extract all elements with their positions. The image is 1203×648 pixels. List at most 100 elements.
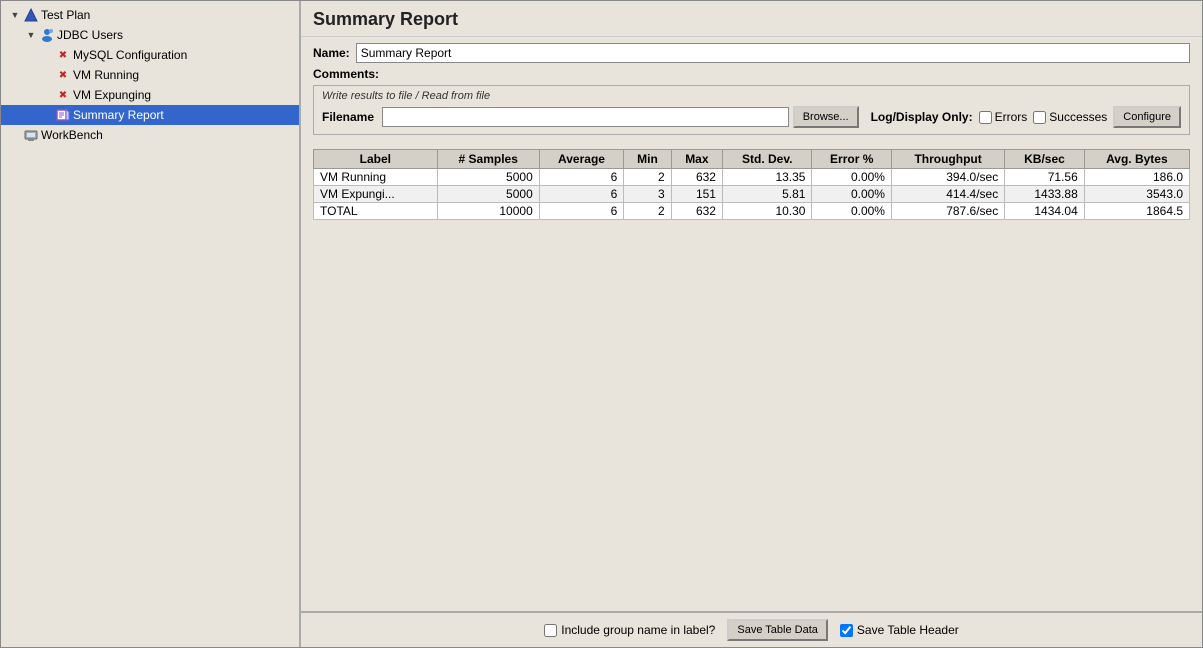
sidebar-item-label: WorkBench: [41, 128, 103, 142]
summary-table: Label # Samples Average Min Max Std. Dev…: [313, 149, 1190, 220]
log-display-row: Log/Display Only: Errors Successes Confi…: [871, 106, 1181, 128]
table-row: TOTAL100006263210.300.00%787.6/sec1434.0…: [314, 203, 1190, 220]
summary-report-icon: [55, 107, 71, 123]
table-area: Label # Samples Average Min Max Std. Dev…: [301, 145, 1202, 611]
sidebar-item-label: Test Plan: [41, 8, 90, 22]
table-cell: 394.0/sec: [891, 169, 1004, 186]
successes-checkbox[interactable]: [1033, 111, 1046, 124]
successes-label: Successes: [1049, 110, 1107, 124]
vm-expunging-icon: ✖: [55, 87, 71, 103]
footer-bar: Include group name in label? Save Table …: [301, 611, 1202, 647]
log-display-label: Log/Display Only:: [871, 110, 973, 124]
table-cell: 1864.5: [1084, 203, 1189, 220]
filename-label: Filename: [322, 110, 374, 124]
jdbc-users-icon: [39, 27, 55, 43]
table-cell: 6: [539, 169, 624, 186]
file-group-legend: Write results to file / Read from file: [322, 90, 1181, 102]
name-input[interactable]: [356, 43, 1190, 63]
table-cell: 6: [539, 203, 624, 220]
table-cell: TOTAL: [314, 203, 438, 220]
include-group-label: Include group name in label?: [561, 623, 715, 637]
name-label: Name:: [313, 46, 350, 60]
include-group-checkbox[interactable]: [544, 624, 557, 637]
spacer: [41, 49, 53, 61]
col-header-label: Label: [314, 150, 438, 169]
sidebar: ▼ Test Plan ▼ JDBC Users ✖: [1, 1, 301, 647]
col-header-throughput: Throughput: [891, 150, 1004, 169]
table-cell: 186.0: [1084, 169, 1189, 186]
main-content: Summary Report Name: Comments: Write res…: [301, 1, 1202, 647]
table-cell: 3543.0: [1084, 186, 1189, 203]
mysql-config-icon: ✖: [55, 47, 71, 63]
table-cell: 5000: [437, 169, 539, 186]
sidebar-item-test-plan[interactable]: ▼ Test Plan: [1, 5, 299, 25]
table-cell: 632: [671, 169, 722, 186]
table-cell: 787.6/sec: [891, 203, 1004, 220]
file-group: Write results to file / Read from file F…: [313, 85, 1190, 135]
sidebar-item-label: VM Running: [73, 68, 139, 82]
col-header-samples: # Samples: [437, 150, 539, 169]
panel-title: Summary Report: [301, 1, 1202, 37]
table-cell: 2: [624, 169, 671, 186]
test-plan-icon: [23, 7, 39, 23]
save-table-header-checkbox[interactable]: [840, 624, 853, 637]
sidebar-item-vm-expunging[interactable]: ✖ VM Expunging: [1, 85, 299, 105]
sidebar-item-mysql-config[interactable]: ✖ MySQL Configuration: [1, 45, 299, 65]
save-table-data-button[interactable]: Save Table Data: [727, 619, 828, 641]
table-row: VM Expungi...5000631515.810.00%414.4/sec…: [314, 186, 1190, 203]
col-header-min: Min: [624, 150, 671, 169]
save-table-header-label: Save Table Header: [857, 623, 959, 637]
table-cell: VM Expungi...: [314, 186, 438, 203]
name-row: Name:: [313, 43, 1190, 63]
table-cell: 13.35: [722, 169, 812, 186]
comments-row: Comments:: [313, 67, 1190, 81]
table-cell: 1433.88: [1005, 186, 1085, 203]
include-group-checkbox-group: Include group name in label?: [544, 623, 715, 637]
table-cell: 0.00%: [812, 203, 891, 220]
form-area: Name: Comments: Write results to file / …: [301, 37, 1202, 145]
configure-button[interactable]: Configure: [1113, 106, 1181, 128]
col-header-avg-bytes: Avg. Bytes: [1084, 150, 1189, 169]
expand-icon: ▼: [25, 29, 37, 41]
errors-checkbox[interactable]: [979, 111, 992, 124]
col-header-max: Max: [671, 150, 722, 169]
table-cell: 5.81: [722, 186, 812, 203]
filename-row: Filename Browse... Log/Display Only: Err…: [322, 106, 1181, 128]
table-cell: 3: [624, 186, 671, 203]
sidebar-item-label: VM Expunging: [73, 88, 151, 102]
successes-checkbox-group: Successes: [1033, 110, 1107, 124]
table-cell: 71.56: [1005, 169, 1085, 186]
table-cell: 5000: [437, 186, 539, 203]
sidebar-item-vm-running[interactable]: ✖ VM Running: [1, 65, 299, 85]
workbench-icon: [23, 127, 39, 143]
spacer: [41, 89, 53, 101]
sidebar-item-workbench[interactable]: WorkBench: [1, 125, 299, 145]
table-cell: 632: [671, 203, 722, 220]
table-cell: 2: [624, 203, 671, 220]
table-row: VM Running50006263213.350.00%394.0/sec71…: [314, 169, 1190, 186]
save-table-header-checkbox-group: Save Table Header: [840, 623, 959, 637]
errors-checkbox-group: Errors: [979, 110, 1028, 124]
sidebar-item-summary-report[interactable]: Summary Report: [1, 105, 299, 125]
col-header-average: Average: [539, 150, 624, 169]
table-cell: VM Running: [314, 169, 438, 186]
col-header-error-pct: Error %: [812, 150, 891, 169]
spacer: [41, 109, 53, 121]
browse-button[interactable]: Browse...: [793, 106, 859, 128]
sidebar-item-label: JDBC Users: [57, 28, 123, 42]
table-cell: 6: [539, 186, 624, 203]
errors-label: Errors: [995, 110, 1028, 124]
col-header-std-dev: Std. Dev.: [722, 150, 812, 169]
table-cell: 0.00%: [812, 169, 891, 186]
comments-label: Comments:: [313, 67, 379, 81]
table-cell: 0.00%: [812, 186, 891, 203]
table-cell: 151: [671, 186, 722, 203]
sidebar-item-label: MySQL Configuration: [73, 48, 187, 62]
table-cell: 10000: [437, 203, 539, 220]
filename-input[interactable]: [382, 107, 789, 127]
sidebar-item-jdbc-users[interactable]: ▼ JDBC Users: [1, 25, 299, 45]
spacer: [9, 129, 21, 141]
sidebar-item-label: Summary Report: [73, 108, 164, 122]
spacer: [41, 69, 53, 81]
table-cell: 414.4/sec: [891, 186, 1004, 203]
